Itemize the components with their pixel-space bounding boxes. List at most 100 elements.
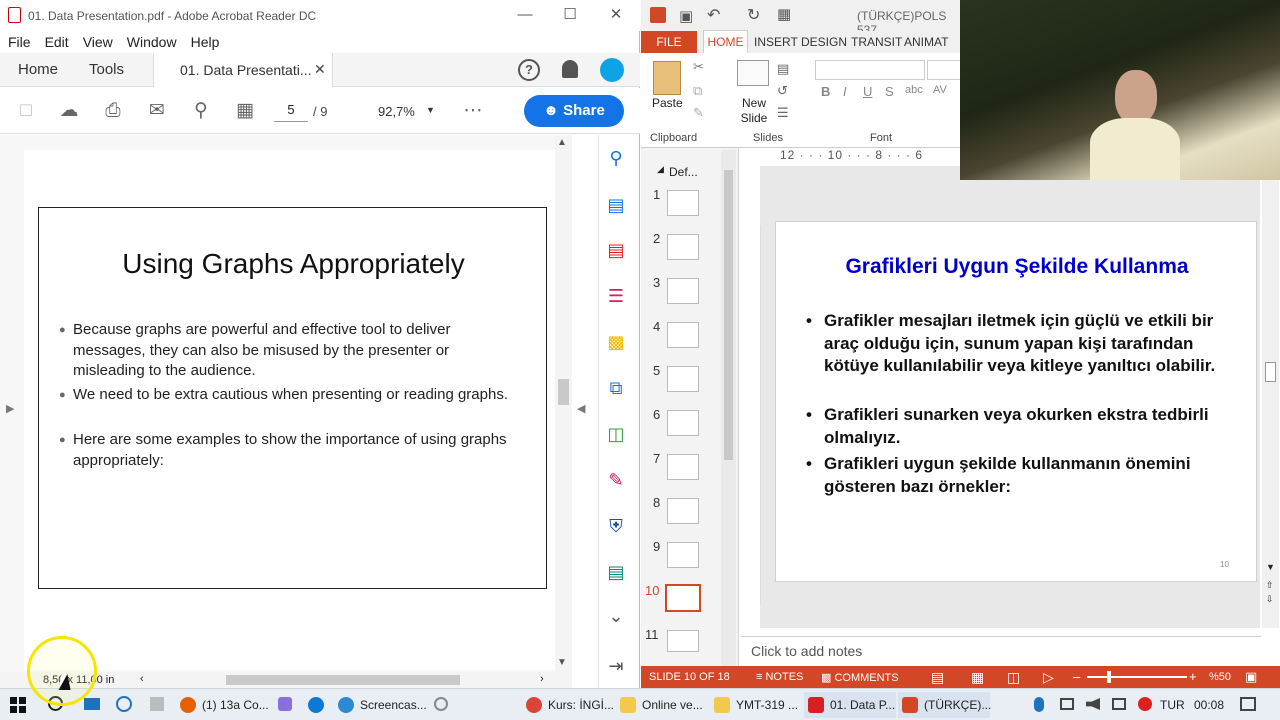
zoom-in-icon[interactable]: + bbox=[1189, 669, 1197, 684]
email-icon[interactable]: ✉ bbox=[146, 100, 168, 122]
slide-thumbnail[interactable] bbox=[667, 410, 699, 436]
thumbnails-scroll-thumb[interactable] bbox=[724, 170, 733, 460]
section-collapse-icon[interactable]: ◢ bbox=[657, 164, 664, 175]
scroll-left-icon[interactable]: ‹ bbox=[140, 673, 144, 685]
section-icon[interactable]: ☰ bbox=[777, 105, 789, 121]
underline-icon[interactable]: U bbox=[863, 84, 872, 99]
taskbar-item-folder-ymt[interactable]: YMT-319 ... bbox=[710, 692, 802, 718]
display-icon[interactable] bbox=[1112, 698, 1126, 710]
scroll-thumb[interactable] bbox=[558, 379, 569, 405]
help-icon[interactable]: ? bbox=[518, 59, 540, 81]
paste-button[interactable]: Paste bbox=[652, 96, 683, 110]
zoom-tool-icon[interactable]: ⚲ bbox=[604, 146, 628, 170]
upload-cloud-icon[interactable]: ☁ bbox=[58, 100, 80, 122]
compress-pdf-icon[interactable]: ◫ bbox=[604, 422, 628, 446]
ppt-scroll-thumb[interactable] bbox=[1265, 362, 1276, 382]
zoom-select[interactable]: 92,7% ▼ bbox=[370, 102, 438, 122]
fit-slide-icon[interactable]: ▣ bbox=[1245, 669, 1257, 685]
taskbar-item-folder-online[interactable]: Online ve... bbox=[616, 692, 708, 718]
zoom-level[interactable]: %50 bbox=[1209, 671, 1231, 683]
ppt-bullet[interactable]: • Grafikler mesajları iletmek için güçlü … bbox=[806, 310, 1244, 378]
slide-thumbnail[interactable] bbox=[667, 322, 699, 348]
send-track-icon[interactable]: ▤ bbox=[604, 560, 628, 584]
tab-document[interactable]: 01. Data Presentati... ✕ bbox=[153, 53, 333, 87]
ppt-bullet[interactable]: • Grafikleri sunarken veya okurken ekstra… bbox=[806, 404, 1244, 449]
share-button[interactable]: ☻ Share bbox=[524, 95, 624, 127]
menu-file[interactable]: File bbox=[0, 31, 37, 50]
pdf-vertical-scrollbar[interactable]: ▲ ▼ bbox=[555, 135, 572, 675]
taskbar-item-screencast[interactable]: Screencas... bbox=[334, 692, 427, 718]
tab-design[interactable]: DESIGN bbox=[801, 35, 847, 49]
slide-thumbnail[interactable] bbox=[667, 366, 699, 392]
taskbar-item-powerpoint[interactable]: (TÜRKÇE)... bbox=[898, 692, 991, 718]
edge-icon[interactable] bbox=[308, 697, 324, 713]
layout-icon[interactable]: ▤ bbox=[777, 61, 789, 77]
input-language[interactable]: TUR bbox=[1160, 698, 1185, 712]
previous-slide-icon[interactable]: ⇧ bbox=[1266, 580, 1274, 591]
tab-transitions[interactable]: TRANSIT bbox=[851, 35, 902, 49]
scroll-right-icon[interactable]: › bbox=[540, 673, 544, 685]
slide-thumbnail[interactable] bbox=[667, 234, 699, 260]
ie-icon[interactable] bbox=[116, 696, 132, 712]
next-slide-icon[interactable]: ⇩ bbox=[1266, 594, 1274, 605]
slide-thumbnail-selected[interactable] bbox=[665, 584, 701, 612]
organize-pages-icon[interactable]: ☰ bbox=[604, 284, 628, 308]
notes-pane[interactable]: Click to add notes bbox=[741, 636, 1261, 666]
page-number-input[interactable]: 5 bbox=[274, 102, 308, 122]
taskbar-item-acrobat[interactable]: 01. Data P... bbox=[804, 692, 896, 718]
reset-icon[interactable]: ↺ bbox=[777, 83, 788, 99]
right-panel-toggle-icon[interactable]: ◀ bbox=[577, 402, 585, 415]
create-pdf-icon[interactable]: ▤ bbox=[604, 238, 628, 262]
print-icon[interactable]: ⎙ bbox=[102, 100, 124, 122]
ppt-slide-title[interactable]: Grafikleri Uygun Şekilde Kullanma bbox=[776, 255, 1258, 279]
shadow-icon[interactable]: S bbox=[885, 84, 894, 99]
menu-window[interactable]: Window bbox=[119, 31, 183, 50]
font-size-select[interactable] bbox=[927, 60, 961, 80]
cut-icon[interactable]: ✂ bbox=[693, 59, 704, 75]
more-tools-chevron-icon[interactable]: ⌄ bbox=[604, 604, 628, 628]
bluetooth-icon[interactable] bbox=[1034, 697, 1044, 712]
save-icon[interactable]: ▣ bbox=[679, 7, 693, 25]
slideshow-icon[interactable]: ▷ bbox=[1043, 669, 1054, 686]
copy-icon[interactable]: ⧉ bbox=[693, 83, 702, 99]
redo-icon[interactable]: ↻ bbox=[747, 5, 760, 25]
app-icon[interactable] bbox=[278, 697, 292, 711]
zoom-slider[interactable] bbox=[1087, 671, 1187, 683]
export-pdf-icon[interactable]: ▤ bbox=[604, 193, 628, 217]
page-settings-icon[interactable]: ▦ bbox=[234, 100, 256, 122]
minimize-icon[interactable]: — bbox=[510, 4, 540, 26]
tab-animations[interactable]: ANIMAT bbox=[904, 35, 948, 49]
ppt-vertical-scrollbar[interactable]: ▼ ⇧ ⇩ bbox=[1262, 166, 1279, 628]
network-icon[interactable] bbox=[1060, 698, 1074, 710]
slide-thumbnail[interactable] bbox=[667, 278, 699, 304]
record-icon[interactable] bbox=[434, 697, 448, 711]
char-spacing-icon[interactable]: AV bbox=[933, 84, 947, 96]
taskbar-item-firefox[interactable]: (1) 13a Co... bbox=[176, 692, 272, 718]
fill-sign-icon[interactable]: ✎ bbox=[604, 468, 628, 492]
menu-view[interactable]: View bbox=[75, 31, 119, 50]
reading-view-icon[interactable]: ◫ bbox=[1007, 669, 1020, 686]
paste-icon[interactable] bbox=[653, 61, 681, 95]
notes-button[interactable]: ≡ NOTES bbox=[756, 671, 803, 683]
tab-close-icon[interactable]: ✕ bbox=[314, 61, 326, 78]
taskbar-item-chrome[interactable]: Kurs: İNGİ... bbox=[522, 692, 614, 718]
comment-icon[interactable]: ▩ bbox=[604, 330, 628, 354]
combine-files-icon[interactable]: ⧉ bbox=[604, 376, 628, 400]
more-options-icon[interactable]: ⋯ bbox=[462, 100, 484, 122]
notifications-icon[interactable] bbox=[1240, 697, 1256, 711]
avatar[interactable] bbox=[600, 58, 624, 82]
recording-indicator-icon[interactable] bbox=[1138, 697, 1152, 711]
tab-file[interactable]: FILE bbox=[641, 31, 697, 53]
slide-thumbnail[interactable] bbox=[667, 630, 699, 652]
scroll-down-icon[interactable]: ▼ bbox=[1266, 562, 1275, 572]
scroll-up-icon[interactable]: ▲ bbox=[557, 137, 567, 148]
mail-icon[interactable] bbox=[84, 698, 100, 710]
tab-insert[interactable]: INSERT bbox=[754, 35, 798, 49]
slide-thumbnail[interactable] bbox=[667, 542, 699, 568]
zoom-out-icon[interactable]: – bbox=[1073, 669, 1080, 684]
protect-shield-icon[interactable]: ⛨ bbox=[604, 514, 628, 538]
normal-view-icon[interactable]: ▤ bbox=[931, 669, 944, 686]
slide-thumbnail[interactable] bbox=[667, 190, 699, 216]
thumbnails-scrollbar[interactable] bbox=[721, 150, 736, 666]
ppt-slide[interactable]: Grafikleri Uygun Şekilde Kullanma • Grafi… bbox=[775, 221, 1257, 582]
